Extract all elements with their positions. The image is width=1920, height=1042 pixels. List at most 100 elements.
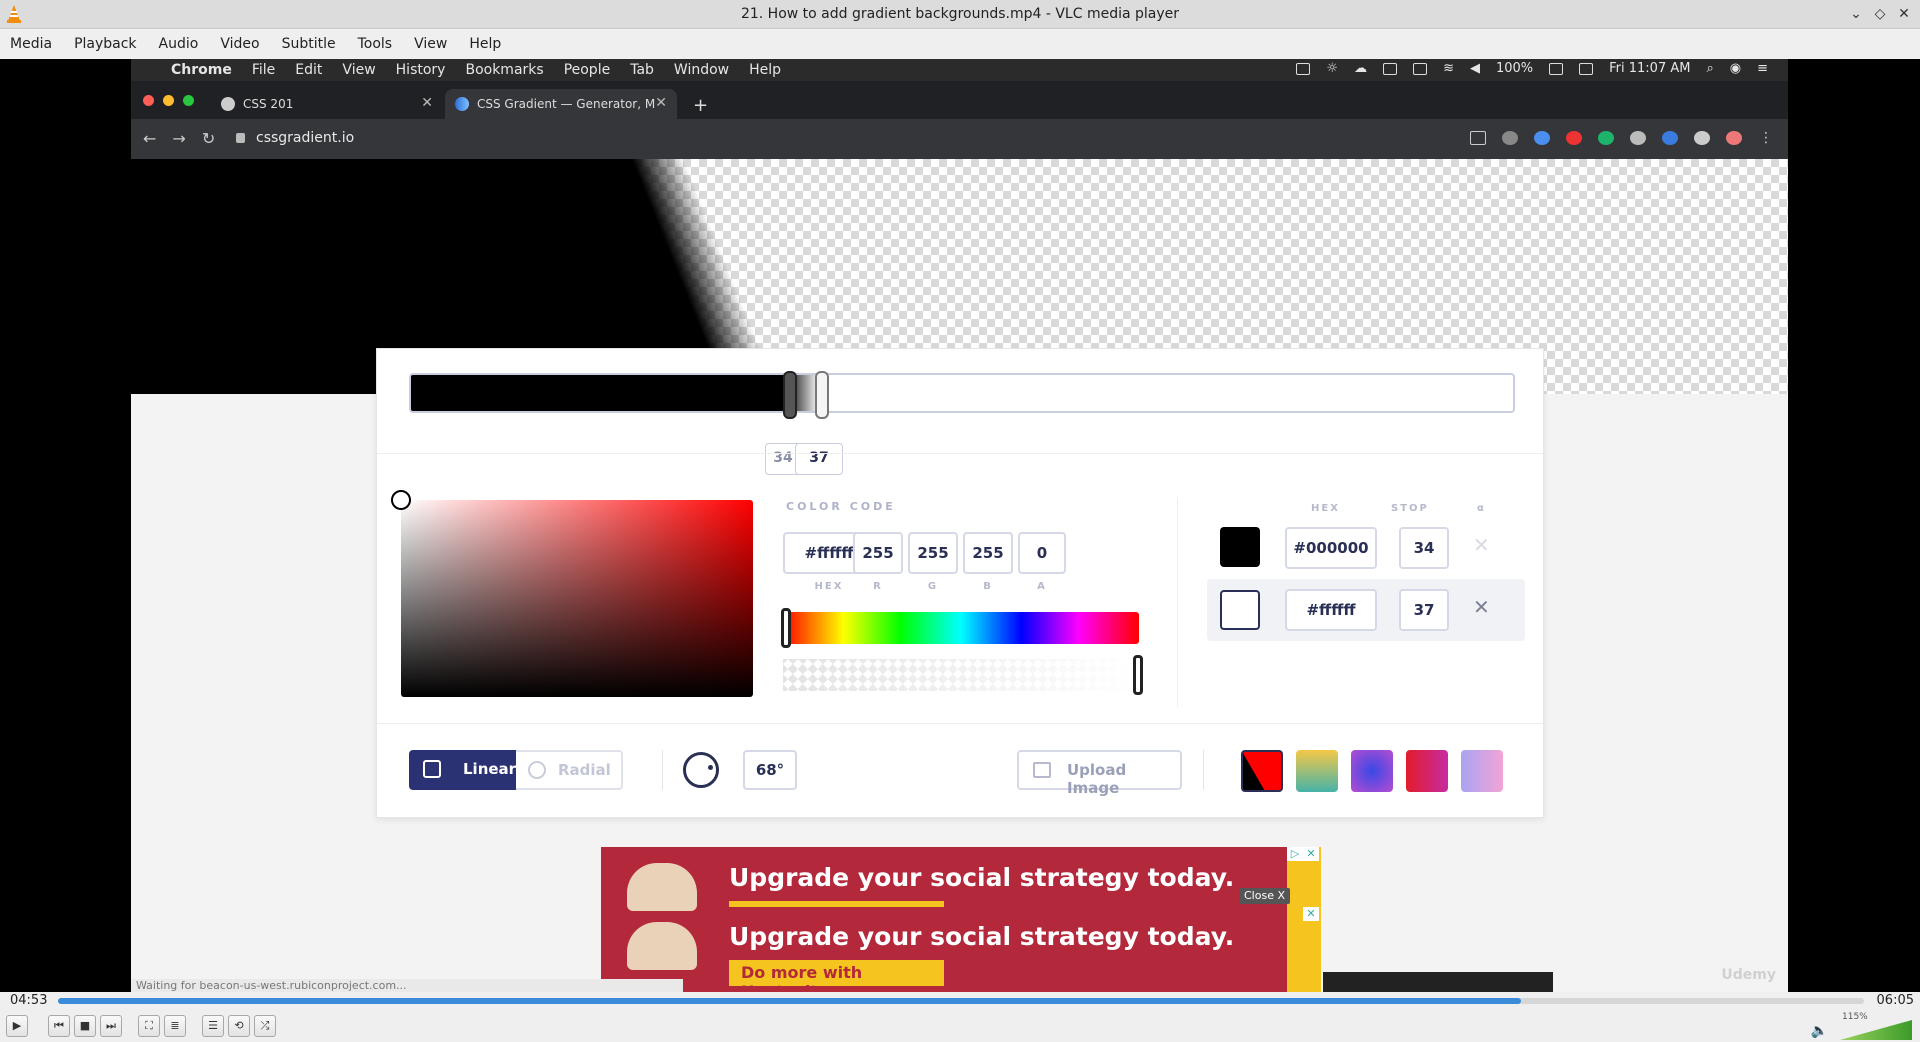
ad-headline: Upgrade your social strategy today. bbox=[729, 922, 1235, 951]
mac-menu-history: History bbox=[395, 62, 446, 78]
close-icon[interactable]: ✕ bbox=[1896, 5, 1912, 23]
minimize-icon[interactable]: ⌄ bbox=[1848, 5, 1864, 23]
ad-close-button: Close X bbox=[1239, 888, 1290, 904]
preset-red-magenta bbox=[1406, 750, 1448, 792]
adchoices-icon: ▷ bbox=[1287, 847, 1303, 861]
cssgradient-favicon-icon bbox=[455, 97, 469, 111]
mac-menu-help: Help bbox=[749, 62, 782, 78]
gradient-editor-panel: 34 37 COLOR CODE #ffffff HEX 255 255 255… bbox=[376, 348, 1544, 818]
hootsuite-ad: Upgrade your social strategy today. Upgr… bbox=[601, 847, 1321, 992]
b-input: 255 bbox=[963, 532, 1013, 574]
divider bbox=[1203, 750, 1204, 790]
menu-subtitle[interactable]: Subtitle bbox=[282, 36, 336, 52]
volume-slider[interactable]: 115% bbox=[1840, 1012, 1912, 1040]
ad-underline bbox=[729, 901, 944, 907]
kebab-icon: ⋮ bbox=[1759, 130, 1773, 146]
fullscreen-button[interactable]: ⛶ bbox=[138, 1015, 160, 1037]
preset-yellow-teal bbox=[1296, 750, 1338, 792]
new-tab-icon: + bbox=[693, 95, 709, 116]
star-icon bbox=[1470, 131, 1486, 145]
list-icon: ≡ bbox=[1757, 61, 1768, 76]
cloud-icon: ☁ bbox=[1354, 61, 1368, 76]
color-code-title: COLOR CODE bbox=[786, 500, 896, 513]
image-icon bbox=[1033, 762, 1051, 778]
url-text: cssgradient.io bbox=[256, 130, 355, 146]
video-area[interactable]: Chrome File Edit View History Bookmarks … bbox=[0, 59, 1920, 992]
browser-tabbar: CSS 201 ✕ CSS Gradient — Generator, M ✕ … bbox=[131, 81, 1788, 119]
stop-handle-white bbox=[815, 371, 829, 419]
volume-percent: 115% bbox=[1842, 1012, 1868, 1022]
play-button[interactable]: ▶ bbox=[6, 1015, 28, 1037]
url-field: cssgradient.io bbox=[226, 125, 1276, 153]
volume-icon: ◀ bbox=[1469, 61, 1480, 76]
stop-position-label-active: 37 bbox=[795, 443, 843, 475]
stop-swatch-white bbox=[1220, 590, 1260, 630]
menu-video[interactable]: Video bbox=[220, 36, 259, 52]
restore-icon[interactable]: ◇ bbox=[1872, 5, 1888, 23]
puzzle-icon bbox=[1694, 131, 1710, 145]
preset-purple-blue bbox=[1351, 750, 1393, 792]
grammarly-icon bbox=[1598, 131, 1614, 145]
vlc-menubar: Media Playback Audio Video Subtitle Tool… bbox=[0, 30, 1920, 58]
profile-icon bbox=[1726, 131, 1742, 145]
loop-button[interactable]: ⟲ bbox=[228, 1015, 250, 1037]
browser-tab-cssgradient: CSS Gradient — Generator, M ✕ bbox=[445, 89, 677, 119]
menu-view[interactable]: View bbox=[414, 36, 447, 52]
divider bbox=[377, 723, 1543, 724]
hex-column-header: HEX bbox=[1311, 503, 1340, 514]
divider bbox=[662, 750, 663, 790]
browser-addressbar: ← → ↻ cssgradient.io ⋮ bbox=[131, 119, 1788, 159]
menu-tools[interactable]: Tools bbox=[358, 36, 393, 52]
g-input: 255 bbox=[908, 532, 958, 574]
mac-menu-view: View bbox=[342, 62, 376, 78]
upload-label: Upload Image bbox=[1067, 761, 1127, 797]
udemy-watermark: Udemy bbox=[1721, 967, 1776, 983]
stop-position-input: 34 bbox=[1399, 527, 1449, 569]
stop-button[interactable]: ■ bbox=[74, 1015, 96, 1037]
stop-hex-input: #000000 bbox=[1285, 527, 1377, 569]
ad-cta: Do more with Hootsuite bbox=[729, 960, 944, 992]
mac-menu-people: People bbox=[563, 62, 611, 78]
radial-icon bbox=[528, 761, 546, 779]
browser-status: Waiting for beacon-us-west.rubiconprojec… bbox=[131, 979, 683, 992]
total-time: 06:05 bbox=[1876, 993, 1914, 1008]
mac-menu-edit: Edit bbox=[295, 62, 323, 78]
previous-button[interactable]: ⏮ bbox=[48, 1015, 70, 1037]
window-title: 21. How to add gradient backgrounds.mp4 … bbox=[740, 6, 1180, 22]
extension-blue-icon bbox=[1534, 131, 1550, 145]
menu-help[interactable]: Help bbox=[469, 36, 501, 52]
menu-audio[interactable]: Audio bbox=[159, 36, 199, 52]
forward-icon: → bbox=[172, 129, 186, 148]
extension-red-icon bbox=[1566, 131, 1582, 145]
ad-close-icon: ✕ bbox=[1303, 847, 1319, 861]
speaker-icon[interactable]: 🔈 bbox=[1811, 1023, 1828, 1039]
seek-row: 04:53 06:05 bbox=[0, 992, 1920, 1010]
clock-text: Fri 11:07 AM bbox=[1609, 61, 1691, 76]
menu-media[interactable]: Media bbox=[10, 36, 52, 52]
mac-menu-tab: Tab bbox=[630, 62, 654, 78]
stop-position-input: 37 bbox=[1399, 589, 1449, 631]
divider bbox=[377, 453, 1543, 454]
volume-level bbox=[1840, 1020, 1912, 1040]
stop-column-header: STOP bbox=[1391, 503, 1429, 514]
extended-settings-button[interactable]: ≣ bbox=[164, 1015, 186, 1037]
ad-person-image bbox=[627, 922, 697, 970]
drive-icon bbox=[1662, 131, 1678, 145]
a-label: A bbox=[1037, 581, 1047, 592]
seek-slider[interactable] bbox=[58, 998, 1864, 1004]
web-page: 34 37 COLOR CODE #ffffff HEX 255 255 255… bbox=[131, 159, 1788, 992]
ad-person-image bbox=[627, 863, 697, 911]
globe-icon bbox=[221, 97, 235, 111]
mac-menu-chrome: Chrome bbox=[171, 62, 232, 78]
mac-menu-bookmarks: Bookmarks bbox=[465, 62, 544, 78]
alpha-column-header: α bbox=[1477, 503, 1486, 514]
shuffle-button[interactable]: ⤮ bbox=[254, 1015, 276, 1037]
remove-stop-icon: ✕ bbox=[1473, 595, 1490, 619]
playlist-button[interactable]: ☰ bbox=[202, 1015, 224, 1037]
menu-playback[interactable]: Playback bbox=[74, 36, 136, 52]
next-button[interactable]: ⏭ bbox=[100, 1015, 122, 1037]
back-icon: ← bbox=[143, 129, 157, 148]
wifi-icon: ≋ bbox=[1443, 61, 1454, 76]
screen-icon bbox=[1296, 62, 1311, 75]
saturation-value-picker bbox=[401, 500, 753, 697]
